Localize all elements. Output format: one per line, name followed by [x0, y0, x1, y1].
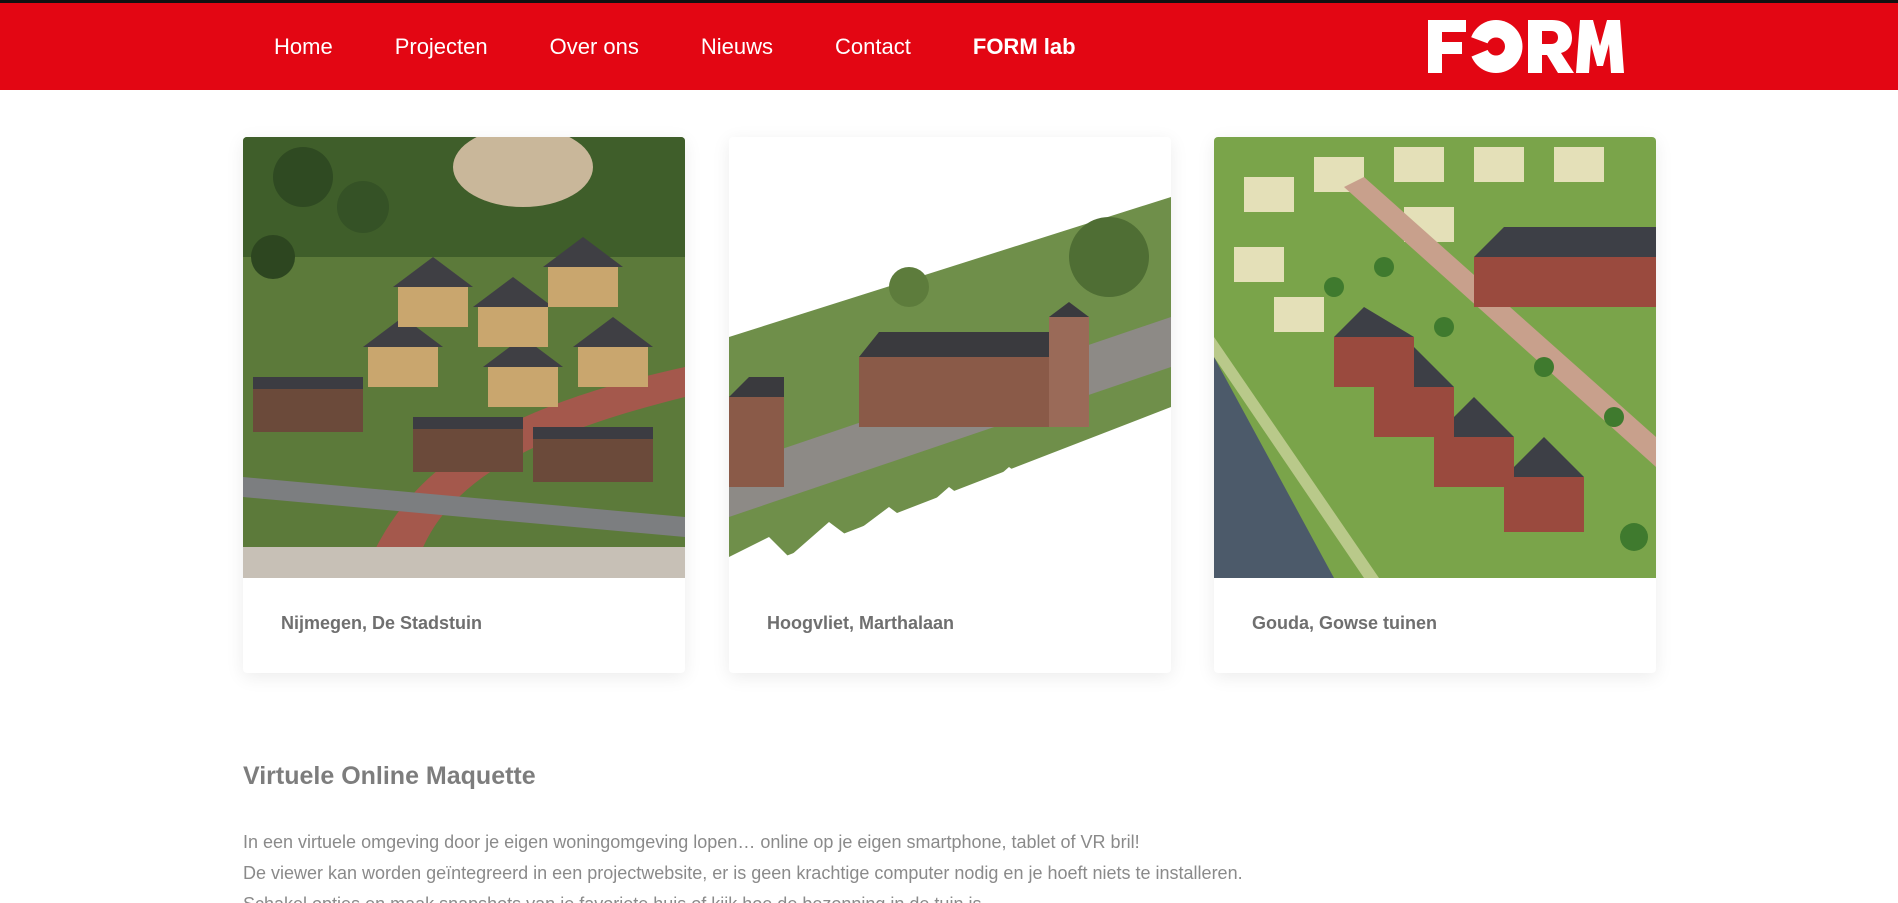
section-paragraph: Schakel opties en maak snapshots van je … [243, 894, 986, 903]
project-title: Nijmegen, De Stadstuin [281, 613, 483, 633]
project-card-gouda[interactable]: Gouda, Gowse tuinen [1214, 137, 1656, 673]
project-title: Hoogvliet, Marthalaan [767, 613, 955, 633]
form-logo[interactable] [1428, 18, 1624, 75]
nav-form-lab[interactable]: FORM lab [973, 34, 1076, 60]
project-title: Gouda, Gowse tuinen [1252, 613, 1438, 633]
nav-over-ons[interactable]: Over ons [550, 34, 639, 60]
project-image-nijmegen [243, 137, 685, 578]
nav-home[interactable]: Home [274, 34, 333, 60]
project-card-nijmegen[interactable]: Nijmegen, De Stadstuin [243, 137, 685, 673]
project-image-gouda [1214, 137, 1656, 578]
project-image-hoogvliet [729, 137, 1171, 578]
top-navigation-bar: Home Projecten Over ons Nieuws Contact F… [0, 0, 1898, 90]
main-nav: Home Projecten Over ons Nieuws Contact F… [274, 3, 1138, 90]
section-paragraph: De viewer kan worden geïntegreerd in een… [243, 863, 1243, 883]
project-cards: Nijmegen, De Stadstuin Hoogvliet, Martha… [243, 137, 1656, 673]
project-card-hoogvliet[interactable]: Hoogvliet, Marthalaan [729, 137, 1171, 673]
section-paragraph: In een virtuele omgeving door je eigen w… [243, 832, 1140, 852]
nav-nieuws[interactable]: Nieuws [701, 34, 773, 60]
nav-contact[interactable]: Contact [835, 34, 911, 60]
nav-projecten[interactable]: Projecten [395, 34, 488, 60]
section-title: Virtuele Online Maquette [243, 762, 536, 790]
